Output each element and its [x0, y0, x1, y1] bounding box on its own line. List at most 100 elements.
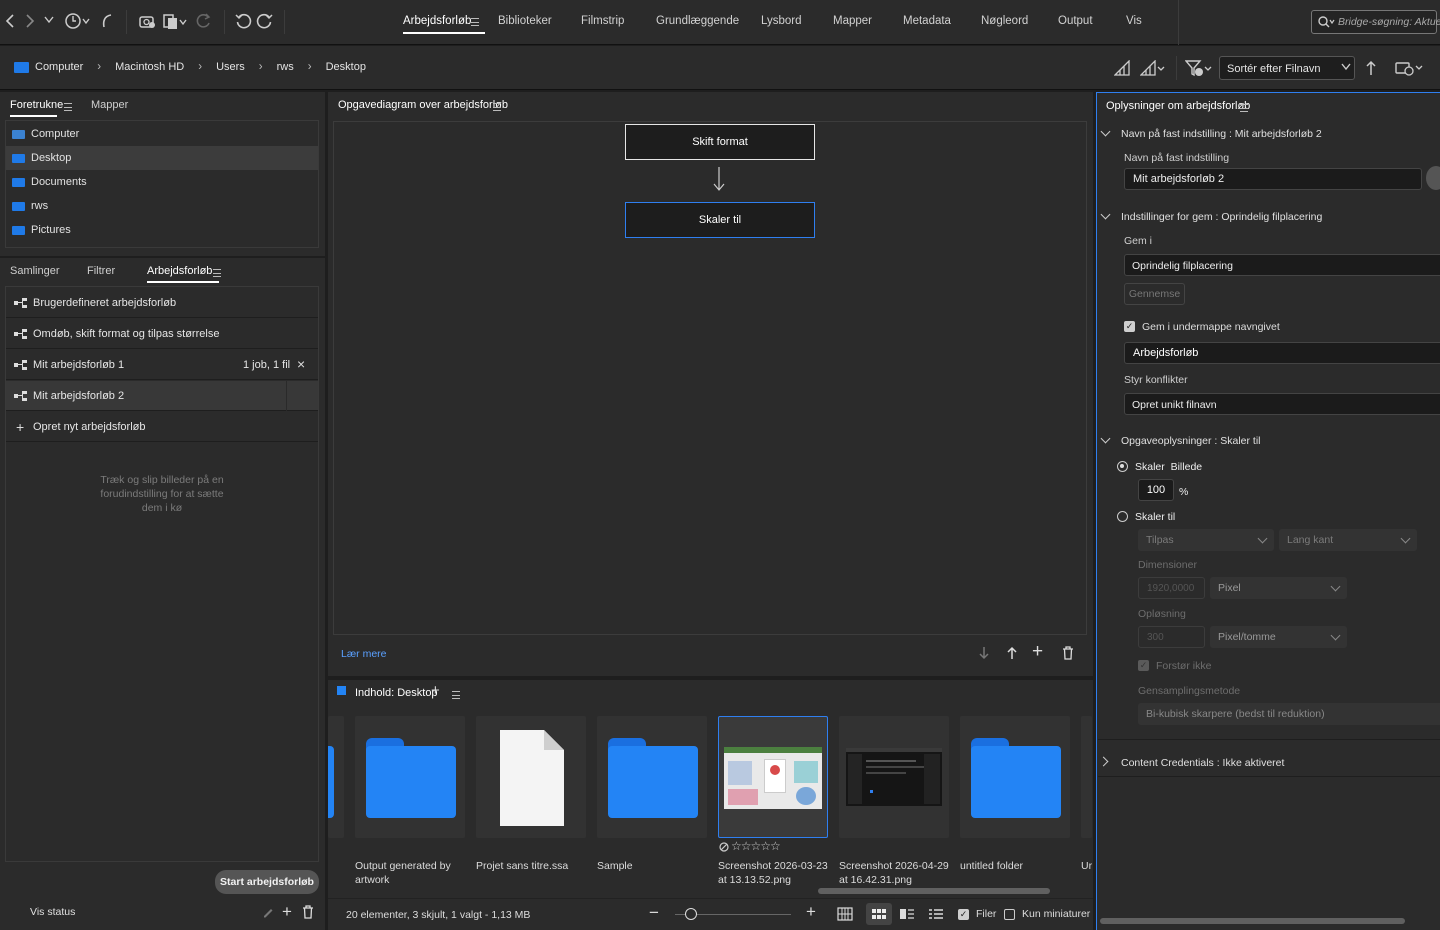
zoom-slider-handle[interactable]	[685, 908, 697, 920]
save-in-dropdown[interactable]: Oprindelig filplacering	[1124, 254, 1440, 276]
preset-name-field[interactable]	[1124, 168, 1422, 190]
long-edge-dropdown[interactable]: Lang kant	[1279, 529, 1417, 551]
rotate-left-icon[interactable]	[234, 12, 252, 30]
plus-icon[interactable]: +	[431, 682, 440, 699]
recent-history-icon[interactable]	[64, 12, 92, 30]
back-icon[interactable]	[4, 13, 16, 29]
search-field[interactable]: Bridge-søgning: Aktuel	[1311, 10, 1440, 34]
trash-icon[interactable]	[1062, 646, 1074, 660]
details-view-icon[interactable]	[900, 909, 914, 919]
task-section-header[interactable]: Opgaveoplysninger : Skaler til	[1121, 435, 1261, 447]
thumbnail-view-button[interactable]	[866, 903, 892, 925]
tab-filtrer[interactable]: Filtrer	[87, 265, 115, 277]
thumbnail-partial-right[interactable]	[1081, 716, 1092, 838]
subfolder-checkbox[interactable]: ✓	[1124, 321, 1135, 332]
grid-lock-icon[interactable]	[837, 907, 853, 921]
rotate-right-icon[interactable]	[256, 12, 274, 30]
tab-metadata[interactable]: Metadata	[903, 15, 951, 27]
filter-icon[interactable]	[1185, 60, 1215, 78]
panel-menu-icon[interactable]	[444, 689, 460, 701]
panel-menu-icon[interactable]	[485, 101, 501, 113]
quality-icon[interactable]	[1114, 60, 1130, 76]
thumbnail-sample-folder[interactable]	[597, 716, 707, 838]
breadcrumb-macintosh-hd[interactable]: Macintosh HD	[115, 61, 184, 73]
forward-icon[interactable]	[24, 13, 36, 29]
rating-stars[interactable]: ☆☆☆☆☆	[731, 839, 781, 853]
move-up-icon[interactable]	[1006, 646, 1018, 660]
no-enlarge-checkbox[interactable]: ✓	[1138, 660, 1149, 671]
breadcrumb-computer[interactable]: Computer	[35, 61, 83, 73]
scale-image-radio[interactable]	[1117, 461, 1128, 472]
return-icon[interactable]	[100, 12, 114, 30]
task-step-change-format[interactable]: Skift format	[625, 124, 815, 160]
thumbnail-projet-file[interactable]	[476, 716, 586, 838]
dimensions-field[interactable]: 1920,0000	[1138, 577, 1205, 599]
start-workflow-button[interactable]: Start arbejdsforløb	[215, 870, 319, 894]
workspace-menu-icon[interactable]	[471, 16, 479, 28]
tab-output[interactable]: Output	[1058, 15, 1093, 27]
plus-icon[interactable]: +	[282, 902, 292, 922]
thumbnails-only-checkbox[interactable]	[1004, 909, 1015, 920]
task-step-scale-to[interactable]: Skaler til	[625, 202, 815, 238]
favorite-item-pictures[interactable]: Pictures	[6, 218, 312, 242]
reject-icon[interactable]	[719, 842, 729, 852]
tab-vis[interactable]: Vis	[1126, 15, 1142, 27]
tab-filmstrip[interactable]: Filmstrip	[581, 15, 624, 27]
conflicts-dropdown[interactable]: Opret unikt filnavn	[1124, 393, 1440, 415]
tab-mapper-panel[interactable]: Mapper	[91, 99, 128, 111]
browse-button[interactable]: Gennemse	[1124, 283, 1185, 305]
close-icon[interactable]: ×	[297, 356, 305, 372]
edit-icon[interactable]	[262, 906, 274, 918]
scale-to-radio[interactable]	[1117, 511, 1128, 522]
thumbnail-screenshot-selected[interactable]	[718, 716, 828, 838]
zoom-out-icon[interactable]: −	[649, 903, 659, 923]
credentials-section-header[interactable]: Content Credentials : Ikke aktiveret	[1121, 757, 1284, 769]
tab-grundlaeggende[interactable]: Grundlæggende	[656, 15, 739, 27]
tab-mapper[interactable]: Mapper	[833, 15, 872, 27]
show-status-link[interactable]: Vis status	[30, 906, 75, 918]
panel-menu-icon[interactable]	[56, 101, 72, 113]
unit-dropdown[interactable]: Pixel	[1210, 577, 1347, 599]
favorite-item-documents[interactable]: Documents	[6, 170, 312, 194]
resolution-unit-dropdown[interactable]: Pixel/tomme	[1210, 626, 1347, 648]
tab-arbejdsforlob[interactable]: Arbejdsforløb	[403, 15, 486, 34]
panel-menu-icon[interactable]	[1232, 102, 1248, 114]
resolution-field[interactable]: 300	[1138, 626, 1205, 648]
scale-percent-field[interactable]	[1138, 479, 1174, 501]
fit-dropdown[interactable]: Tilpas	[1138, 529, 1274, 551]
files-checkbox[interactable]: ✓	[958, 909, 969, 920]
camera-import-icon[interactable]	[138, 12, 156, 30]
breadcrumb-desktop[interactable]: Desktop	[326, 61, 366, 73]
trash-icon[interactable]	[302, 905, 314, 919]
tab-samlinger[interactable]: Samlinger	[10, 265, 60, 277]
preset-action-button[interactable]	[1426, 166, 1440, 190]
content-horizontal-scrollbar[interactable]	[818, 888, 1050, 894]
resample-dropdown[interactable]: Bi-kubisk skarpere (bedst til reduktion)	[1138, 703, 1440, 725]
save-section-header[interactable]: Indstillinger for gem : Oprindelig filpl…	[1121, 211, 1322, 223]
learn-more-link[interactable]: Lær mere	[341, 648, 387, 660]
favorite-item-rws[interactable]: rws	[6, 194, 312, 218]
open-recent-icon[interactable]	[1395, 59, 1425, 77]
tab-arbejdsforlob-panel[interactable]: Arbejdsforløb	[147, 265, 212, 277]
workflow-item-1[interactable]: Mit arbejdsforløb 1 1 job, 1 fil ×	[6, 350, 318, 380]
sort-dropdown[interactable]: Sortér efter Filnavn	[1219, 56, 1355, 80]
info-horizontal-scrollbar[interactable]	[1100, 918, 1405, 924]
thumbnail-screenshot-2[interactable]	[839, 716, 949, 838]
sort-ascending-icon[interactable]	[1365, 60, 1377, 76]
panel-menu-icon[interactable]	[205, 267, 221, 279]
rating-filter-icon[interactable]	[1140, 60, 1168, 76]
chevron-down-icon[interactable]	[44, 16, 54, 24]
preset-section-header[interactable]: Navn på fast indstilling : Mit arbejdsfo…	[1121, 128, 1322, 140]
workflow-item-rename[interactable]: Omdøb, skift format og tilpas størrelse	[6, 319, 318, 349]
add-task-icon[interactable]: +	[1032, 641, 1043, 663]
zoom-in-icon[interactable]: +	[806, 902, 816, 922]
copy-files-icon[interactable]	[162, 12, 188, 30]
thumbnail-partial[interactable]	[328, 716, 344, 838]
tab-biblioteker[interactable]: Biblioteker	[498, 15, 552, 27]
workflow-item-custom[interactable]: Brugerdefineret arbejdsforløb	[6, 288, 318, 318]
workflow-item-2[interactable]: Mit arbejdsforløb 2	[6, 381, 318, 411]
breadcrumb-users[interactable]: Users	[216, 61, 245, 73]
list-view-icon[interactable]	[929, 909, 943, 919]
favorite-item-computer[interactable]: Computer	[6, 122, 312, 146]
thumbnail-output-folder[interactable]	[355, 716, 465, 838]
